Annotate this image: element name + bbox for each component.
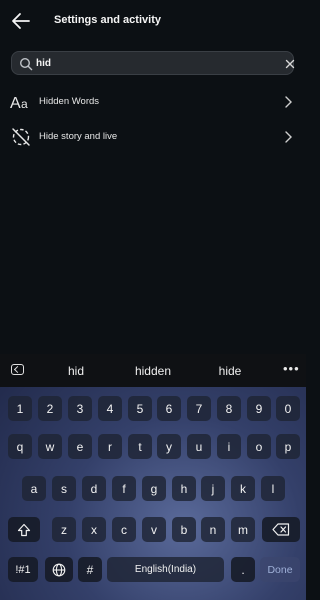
key-0[interactable]: 0 xyxy=(276,396,300,421)
space-key[interactable]: English(India) xyxy=(107,557,224,582)
page-title: Settings and activity xyxy=(54,14,161,26)
shift-key[interactable] xyxy=(8,517,40,542)
key-f[interactable]: f xyxy=(112,476,136,501)
language-key[interactable] xyxy=(45,557,73,582)
key-h[interactable]: h xyxy=(172,476,196,501)
keyboard: hid hidden hide ••• 1 2 3 4 5 6 7 8 9 0 … xyxy=(0,354,306,600)
globe-icon xyxy=(52,563,66,576)
key-x[interactable]: x xyxy=(82,517,106,542)
search-icon xyxy=(19,57,33,71)
suggestion-2[interactable]: hidden xyxy=(123,364,183,378)
header: Settings and activity xyxy=(0,0,306,44)
key-b[interactable]: b xyxy=(172,517,196,542)
key-n[interactable]: n xyxy=(201,517,225,542)
search-bar[interactable] xyxy=(11,51,296,75)
key-a[interactable]: a xyxy=(22,476,46,501)
suggestion-bar: hid hidden hide ••• xyxy=(0,354,306,387)
key-v[interactable]: v xyxy=(142,517,166,542)
svg-text:a: a xyxy=(21,97,28,111)
result-hidden-words[interactable]: A a Hidden Words xyxy=(0,85,306,119)
key-4[interactable]: 4 xyxy=(98,396,122,421)
keyboard-toolbar-icon[interactable] xyxy=(11,364,24,375)
suggestion-3[interactable]: hide xyxy=(200,364,260,378)
key-7[interactable]: 7 xyxy=(187,396,211,421)
key-k[interactable]: k xyxy=(231,476,255,501)
key-u[interactable]: u xyxy=(187,434,211,459)
key-m[interactable]: m xyxy=(231,517,255,542)
text-size-icon: A a xyxy=(10,95,28,112)
clear-search-icon[interactable] xyxy=(284,58,296,70)
result-label: Hidden Words xyxy=(39,96,100,107)
hash-key[interactable]: # xyxy=(78,557,102,582)
more-options-icon[interactable]: ••• xyxy=(283,361,300,376)
key-t[interactable]: t xyxy=(128,434,152,459)
key-o[interactable]: o xyxy=(247,434,271,459)
key-d[interactable]: d xyxy=(82,476,106,501)
key-3[interactable]: 3 xyxy=(68,396,92,421)
key-w[interactable]: w xyxy=(38,434,62,459)
key-e[interactable]: e xyxy=(68,434,92,459)
key-1[interactable]: 1 xyxy=(8,396,32,421)
key-i[interactable]: i xyxy=(217,434,241,459)
key-y[interactable]: y xyxy=(157,434,181,459)
result-label: Hide story and live xyxy=(39,131,118,142)
suggestion-1[interactable]: hid xyxy=(46,364,106,378)
key-r[interactable]: r xyxy=(98,434,122,459)
settings-screen: Settings and activity A a Hidden Words H… xyxy=(0,0,306,354)
key-s[interactable]: s xyxy=(52,476,76,501)
key-8[interactable]: 8 xyxy=(217,396,241,421)
done-key[interactable]: Done xyxy=(260,557,300,582)
back-arrow-icon[interactable] xyxy=(10,10,32,32)
result-hide-story-and-live[interactable]: Hide story and live xyxy=(0,120,306,154)
key-g[interactable]: g xyxy=(142,476,166,501)
key-j[interactable]: j xyxy=(201,476,225,501)
symbols-key[interactable]: !#1 xyxy=(8,557,38,582)
chevron-right-icon xyxy=(285,131,292,143)
hide-story-icon xyxy=(12,128,30,146)
key-5[interactable]: 5 xyxy=(128,396,152,421)
key-9[interactable]: 9 xyxy=(247,396,271,421)
backspace-key[interactable] xyxy=(262,517,300,542)
key-z[interactable]: z xyxy=(52,517,76,542)
key-2[interactable]: 2 xyxy=(38,396,62,421)
key-q[interactable]: q xyxy=(8,434,32,459)
key-p[interactable]: p xyxy=(276,434,300,459)
key-l[interactable]: l xyxy=(261,476,285,501)
key-c[interactable]: c xyxy=(112,517,136,542)
chevron-right-icon xyxy=(285,96,292,108)
key-6[interactable]: 6 xyxy=(157,396,181,421)
shift-icon xyxy=(17,523,31,536)
backspace-icon xyxy=(272,523,290,536)
svg-text:A: A xyxy=(10,95,21,112)
search-input[interactable] xyxy=(36,55,266,72)
period-key[interactable]: . xyxy=(231,557,255,582)
